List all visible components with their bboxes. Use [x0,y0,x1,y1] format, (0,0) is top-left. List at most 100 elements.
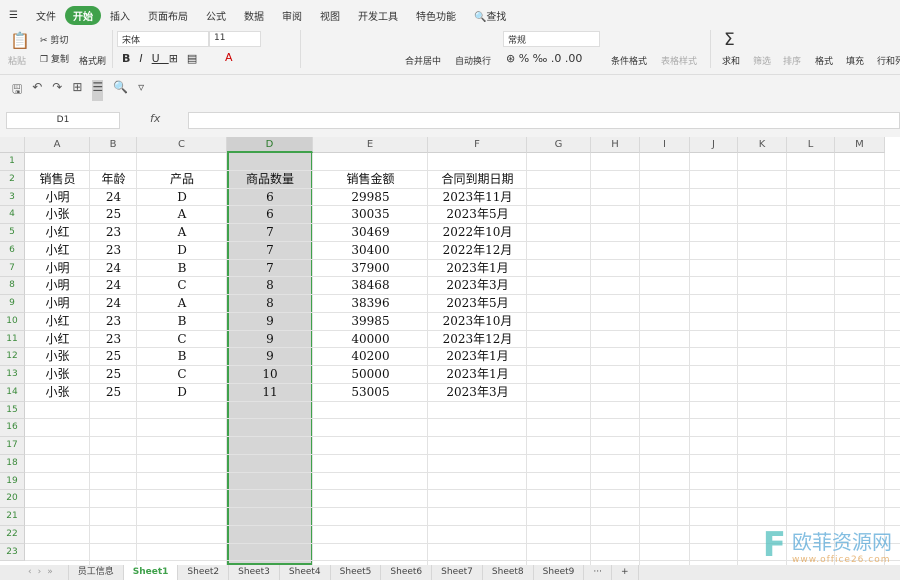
table-cell[interactable]: D [137,384,227,402]
menu-tab[interactable]: 开发工具 [349,8,407,23]
column-header[interactable]: A [25,137,90,153]
font-style-buttons[interactable]: BIU⊞▤ [122,52,206,65]
more-icon[interactable]: ▿ [138,80,144,101]
table-cell[interactable]: 39985 [313,313,428,331]
table-cell[interactable]: C [137,331,227,349]
sheet-tab[interactable]: 员工信息 [69,565,124,580]
table-cell[interactable]: 9 [227,313,313,331]
menu-tab[interactable]: 视图 [311,8,349,23]
table-cell[interactable]: B [137,260,227,278]
table-cell[interactable]: 2023年12月 [428,331,527,349]
add-sheet-button[interactable]: + [612,565,639,580]
table-cell[interactable]: 2023年1月 [428,260,527,278]
table-cell[interactable]: 2023年3月 [428,384,527,402]
fx-icon[interactable]: fx [150,112,160,125]
header-cell[interactable]: 合同到期日期 [428,171,527,189]
font-color-icon[interactable]: A [225,51,233,64]
column-header[interactable]: M [835,137,885,153]
table-cell[interactable]: 2023年1月 [428,366,527,384]
header-cell[interactable]: 销售金额 [313,171,428,189]
table-cell[interactable]: 7 [227,242,313,260]
table-cell[interactable]: 小张 [25,366,90,384]
table-cell[interactable]: 25 [90,348,137,366]
row-header[interactable]: 22 [0,525,25,544]
table-cell[interactable]: D [137,242,227,260]
table-cell[interactable]: 24 [90,295,137,313]
table-cell[interactable]: 30400 [313,242,428,260]
table-cell[interactable]: 2023年5月 [428,206,527,224]
name-box[interactable]: D1 [6,112,120,129]
table-cell[interactable]: 29985 [313,189,428,207]
table-cell[interactable]: 40000 [313,331,428,349]
conditional-format-button[interactable]: 条件格式 [611,54,647,67]
table-cell[interactable]: 40200 [313,348,428,366]
header-cell[interactable]: 销售员 [25,171,90,189]
row-header[interactable]: 7 [0,259,25,278]
table-cell[interactable]: 小红 [25,242,90,260]
row-header[interactable]: 13 [0,366,25,384]
table-cell[interactable]: 25 [90,384,137,402]
header-cell[interactable]: 产品 [137,171,227,189]
table-cell[interactable]: 6 [227,206,313,224]
table-cell[interactable]: 6 [227,189,313,207]
table-cell[interactable]: D [137,189,227,207]
cut-button[interactable]: ✂ 剪切 [40,33,68,46]
menu-tab[interactable]: 文件 [27,8,65,23]
table-cell[interactable]: 小红 [25,313,90,331]
row-header[interactable]: 20 [0,490,25,508]
row-header[interactable]: 12 [0,348,25,366]
table-cell[interactable]: 8 [227,277,313,295]
table-cell[interactable]: 2023年3月 [428,277,527,295]
table-cell[interactable]: 38396 [313,295,428,313]
sheet-tab[interactable]: Sheet4 [280,565,331,580]
table-cell[interactable]: 2023年1月 [428,348,527,366]
row-header[interactable]: 1 [0,153,25,171]
number-format-select[interactable]: 常规 [503,31,600,47]
table-cell[interactable]: 小明 [25,189,90,207]
table-cell[interactable]: 7 [227,260,313,278]
column-header[interactable]: B [90,137,137,153]
table-cell[interactable]: C [137,366,227,384]
format-painter-button[interactable]: 格式刷 [79,54,106,67]
sheet-tab[interactable]: Sheet8 [483,565,534,580]
row-header[interactable]: 17 [0,437,25,455]
table-cell[interactable]: 24 [90,189,137,207]
menu-tab[interactable]: 数据 [235,8,273,23]
sheet-nav-arrows[interactable]: ‹›» [0,565,69,580]
table-cell[interactable]: 24 [90,260,137,278]
redo-icon[interactable]: ↷ [52,80,62,101]
table-cell[interactable]: 23 [90,224,137,242]
paste-icon[interactable]: 📋 [10,31,30,50]
sheet-tab[interactable]: Sheet7 [432,565,483,580]
table-cell[interactable]: 7 [227,224,313,242]
table-cell[interactable]: 38468 [313,277,428,295]
table-cell[interactable]: 11 [227,384,313,402]
table-cell[interactable]: B [137,348,227,366]
undo-icon[interactable]: ↶ [32,80,42,101]
save-icon[interactable]: 🖫 [12,80,22,101]
header-cell[interactable]: 商品数量 [227,171,313,189]
font-size-select[interactable]: 11 [209,31,261,47]
table-cell[interactable]: 2023年11月 [428,189,527,207]
table-cell[interactable]: 50000 [313,366,428,384]
row-header[interactable]: 21 [0,508,25,526]
table-cell[interactable]: 53005 [313,384,428,402]
row-col-button[interactable]: 行和列 [877,54,900,67]
filter-button[interactable]: 筛选 [753,54,771,67]
row-header[interactable]: 19 [0,472,25,491]
table-style-button[interactable]: 表格样式 [661,54,697,67]
sheet-tab[interactable]: Sheet1 [123,565,179,580]
column-header[interactable]: E [313,137,428,153]
fill-button[interactable]: 填充 [846,54,864,67]
table-cell[interactable]: 小张 [25,206,90,224]
menu-tab[interactable]: 公式 [197,8,235,23]
header-cell[interactable]: 年龄 [90,171,137,189]
table-cell[interactable]: 小明 [25,260,90,278]
row-header[interactable]: 16 [0,419,25,437]
table-cell[interactable]: 小明 [25,277,90,295]
table-cell[interactable]: 2022年10月 [428,224,527,242]
table-cell[interactable]: 23 [90,313,137,331]
row-header[interactable]: 2 [0,170,25,189]
row-header[interactable]: 8 [0,277,25,295]
row-header[interactable]: 4 [0,206,25,224]
